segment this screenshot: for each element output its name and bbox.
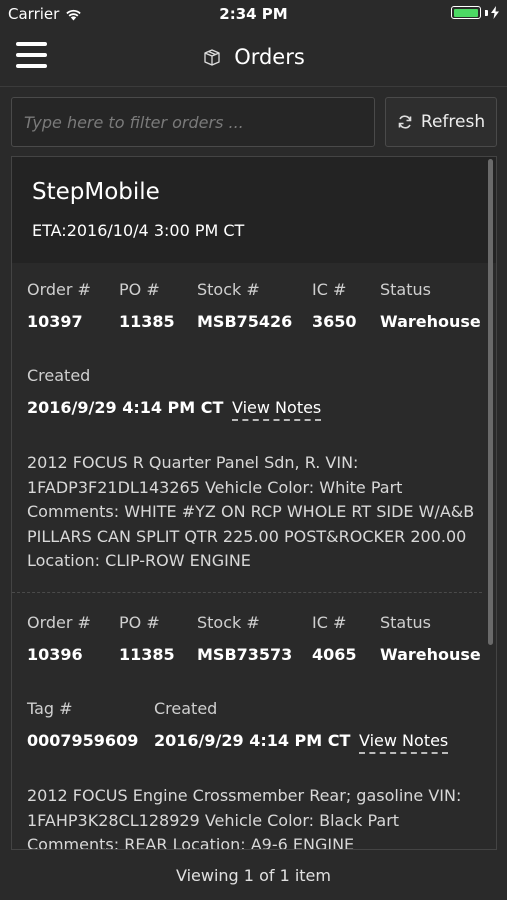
order-description: 2012 FOCUS R Quarter Panel Sdn, R. VIN: … [27, 453, 475, 570]
hamburger-icon-bar [16, 53, 47, 57]
order-number: 10397 [27, 312, 83, 331]
order-number-label: Order # [27, 613, 91, 632]
refresh-button[interactable]: Refresh [385, 97, 497, 147]
hamburger-icon [16, 42, 47, 46]
stock-number-label: Stock # [197, 613, 260, 632]
stock-number: MSB73573 [197, 645, 293, 664]
po-number: 11385 [119, 312, 175, 331]
battery-icon [451, 6, 481, 19]
view-notes-link[interactable]: View Notes [359, 731, 449, 754]
filter-input[interactable] [11, 97, 375, 147]
status-value: Warehouse [380, 645, 481, 664]
ic-number: 3650 [312, 312, 357, 331]
list-scrollbar[interactable] [488, 159, 493, 645]
status-label: Status [380, 613, 431, 632]
box-icon [204, 49, 220, 66]
order-card[interactable]: Order # PO # Stock # IC # Status 10396 1… [12, 593, 496, 850]
po-number-label: PO # [119, 613, 160, 632]
tag-number: 0007959609 [27, 731, 139, 750]
customer-eta: ETA:2016/10/4 3:00 PM CT [32, 221, 245, 240]
ic-number-label: IC # [312, 280, 347, 299]
orders-list[interactable]: StepMobile ETA:2016/10/4 3:00 PM CT Orde… [11, 156, 497, 850]
battery-group [451, 6, 499, 19]
nav-title-group: Orders [0, 28, 507, 86]
view-notes-link[interactable]: View Notes [232, 398, 322, 421]
list-footer-count: Viewing 1 of 1 item [176, 866, 331, 885]
charging-bolt-icon [491, 6, 499, 19]
order-number-label: Order # [27, 280, 91, 299]
page-title: Orders [234, 45, 305, 69]
po-number: 11385 [119, 645, 175, 664]
po-number-label: PO # [119, 280, 160, 299]
battery-tip [485, 9, 488, 16]
refresh-label: Refresh [420, 112, 486, 132]
created-date: 2016/9/29 4:14 PM CT [27, 398, 224, 417]
customer-name: StepMobile [32, 179, 160, 205]
status-label: Status [380, 280, 431, 299]
status-value: Warehouse [380, 312, 481, 331]
status-bar: Carrier 2:34 PM [0, 0, 507, 28]
clock: 2:34 PM [219, 5, 288, 23]
ic-number: 4065 [312, 645, 357, 664]
created-label: Created [27, 366, 91, 385]
order-card[interactable]: Order # PO # Stock # IC # Status 10397 1… [12, 263, 496, 593]
ic-number-label: IC # [312, 613, 347, 632]
stock-number: MSB75426 [197, 312, 293, 331]
order-description: 2012 FOCUS Engine Crossmember Rear; gaso… [27, 786, 462, 850]
order-number: 10396 [27, 645, 83, 664]
hamburger-icon-bar [16, 64, 47, 68]
customer-header: StepMobile ETA:2016/10/4 3:00 PM CT [12, 157, 496, 263]
created-date: 2016/9/29 4:14 PM CT [154, 731, 351, 750]
navigation-bar: Orders [0, 28, 507, 87]
refresh-icon [398, 115, 412, 129]
tag-number-label: Tag # [27, 699, 73, 718]
stock-number-label: Stock # [197, 280, 260, 299]
battery-level [453, 8, 478, 17]
created-label: Created [154, 699, 218, 718]
menu-button[interactable] [16, 42, 47, 69]
